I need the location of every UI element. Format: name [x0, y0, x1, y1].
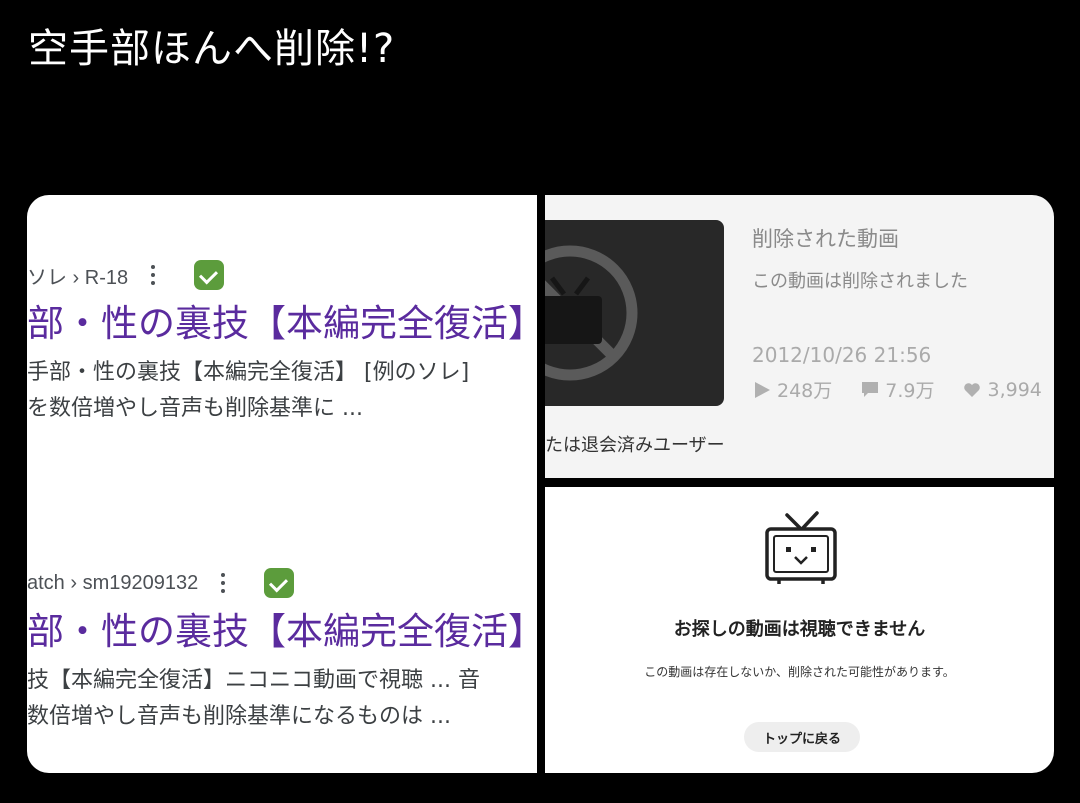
unavailable-heading: お探しの動画は視聴できません — [673, 619, 926, 640]
video-thumbnail[interactable] — [545, 220, 724, 406]
comment-count-value: 7.9万 — [885, 380, 935, 402]
snippet-line: 手部・性の裏技【本編完全復活】 [例のソレ] — [27, 360, 470, 385]
comment-icon — [862, 381, 879, 397]
post-title: 空手部ほんへ削除!? — [28, 26, 396, 72]
deleted-video-card[interactable]: 削除された動画 この動画は削除されました 2012/10/26 21:56 24… — [545, 195, 1054, 478]
more-vert-icon[interactable] — [220, 573, 226, 593]
niconico-tv-icon — [765, 511, 837, 584]
vertical-divider — [537, 195, 545, 773]
play-icon — [755, 381, 770, 398]
result-breadcrumb[interactable]: ソレ › R-18 — [27, 261, 128, 290]
like-count-value: 3,994 — [987, 378, 1042, 401]
back-to-top-button[interactable]: トップに戻る — [744, 722, 860, 752]
search-result: ソレ › R-18 部・性の裏技【本編完全復活】 手部・性の裏技【本編完全復活】… — [27, 259, 537, 427]
search-result: atch › sm19209132 部・性の裏技【本編完全復活】 技【本編完全復… — [27, 567, 537, 735]
snippet-line: を数倍増やし音声も削除基準に ... — [27, 396, 363, 421]
like-count: 3,994 — [962, 378, 1042, 401]
result-breadcrumb[interactable]: atch › sm19209132 — [27, 572, 198, 595]
view-count-value: 248万 — [777, 380, 833, 402]
video-date: 2012/10/26 21:56 — [752, 343, 932, 367]
view-count: 248万 — [752, 376, 832, 403]
screenshot-collage: ソレ › R-18 部・性の裏技【本編完全復活】 手部・性の裏技【本編完全復活】… — [27, 195, 1054, 773]
result-breadcrumb-row: atch › sm19209132 — [27, 567, 537, 599]
comment-count: 7.9万 — [860, 376, 934, 403]
result-breadcrumb-row: ソレ › R-18 — [27, 259, 537, 291]
result-title-link[interactable]: 部・性の裏技【本編完全復活】 — [27, 301, 537, 347]
snippet-line: 数倍増やし音声も削除基準になるものは ... — [27, 704, 451, 729]
result-title-link[interactable]: 部・性の裏技【本編完全復活】 — [27, 609, 537, 655]
video-title[interactable]: 削除された動画 — [752, 223, 899, 253]
video-unavailable-panel: お探しの動画は視聴できません この動画は存在しないか、削除された可能性があります… — [545, 487, 1054, 773]
horizontal-divider — [545, 478, 1054, 487]
heart-icon — [964, 382, 981, 397]
result-snippet: 技【本編完全復活】ニコニコ動画で視聴 ... 音 数倍増やし音声も削除基準になる… — [27, 663, 537, 735]
snippet-line: 技【本編完全復活】ニコニコ動画で視聴 ... 音 — [27, 668, 480, 693]
check-badge-icon — [264, 568, 295, 598]
search-results-panel: ソレ › R-18 部・性の裏技【本編完全復活】 手部・性の裏技【本編完全復活】… — [27, 195, 537, 773]
video-stats: 248万 7.9万 3,994 — [752, 376, 1054, 403]
result-snippet: 手部・性の裏技【本編完全復活】 [例のソレ] を数倍増やし音声も削除基準に ..… — [27, 355, 537, 427]
uploader-name[interactable]: たは退会済みユーザー — [545, 431, 725, 457]
video-description: この動画は削除されました — [752, 271, 968, 292]
no-tv-icon — [545, 245, 638, 381]
unavailable-message: この動画は存在しないか、削除された可能性があります。 — [644, 665, 955, 679]
more-vert-icon[interactable] — [150, 265, 156, 285]
check-badge-icon — [194, 260, 225, 290]
